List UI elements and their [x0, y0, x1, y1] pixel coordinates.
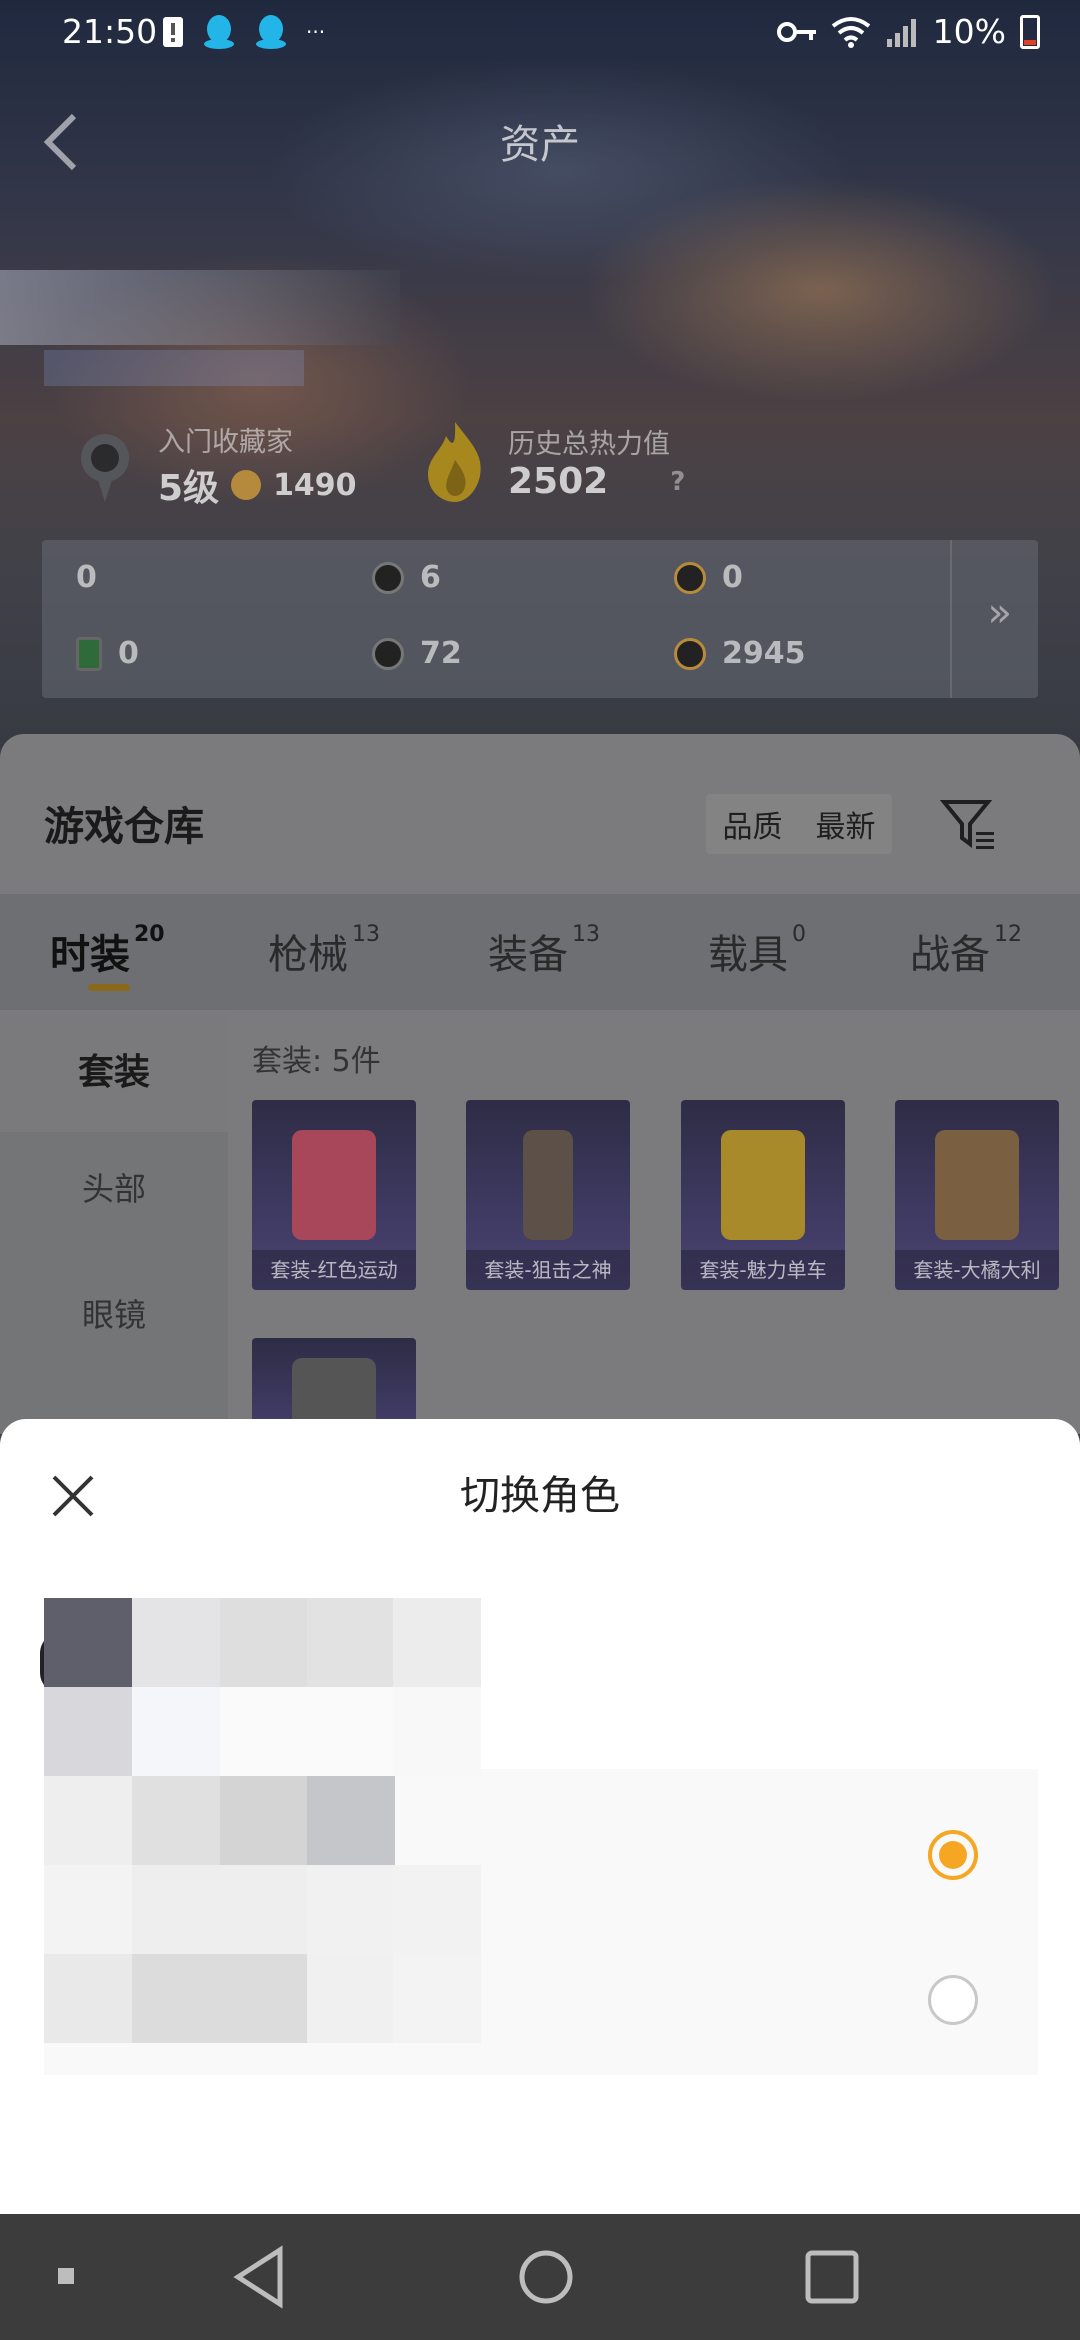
status-bar: 21:50 ··· 10%: [0, 0, 1080, 66]
silver-coin-icon: [372, 561, 404, 594]
expand-assets-icon[interactable]: »: [988, 590, 1012, 636]
tab-label: 战备: [910, 932, 990, 978]
nav-recents-icon[interactable]: [802, 2244, 862, 2310]
asset-item: 0: [76, 636, 139, 671]
tab-label: 载具: [708, 932, 788, 978]
item-image: [935, 1130, 1019, 1240]
item-image: [523, 1130, 573, 1240]
item-name: 套装-魅力单车: [681, 1250, 845, 1290]
tab-count: 20: [134, 922, 165, 947]
suit-count-label: 套装: 5件: [252, 1044, 381, 1079]
role-radio-selected[interactable]: [928, 1830, 978, 1880]
tab-fashion[interactable]: 时装 20: [50, 922, 165, 980]
collector-badge-icon: [81, 433, 129, 502]
qq-icon: [256, 15, 286, 49]
tab-count: 0: [792, 922, 806, 947]
category-tabs: 时装 20 枪械 13 装备 13 载具 0 战备 12: [0, 894, 1080, 1010]
item-name: 套装-红色运动: [252, 1250, 416, 1290]
asset-item: 2945: [674, 636, 806, 671]
warehouse-title: 游戏仓库: [44, 804, 204, 850]
tab-vehicles[interactable]: 载具 0: [708, 922, 806, 980]
item-card[interactable]: 套装-狙击之神: [466, 1100, 630, 1290]
divider: [950, 540, 952, 698]
status-time: 21:50: [62, 12, 158, 51]
nav-menu-icon[interactable]: [56, 2266, 76, 2286]
blurred-subtitle: [44, 350, 304, 386]
tab-battle-supplies[interactable]: 战备 12: [910, 922, 1022, 980]
asset-value: 0: [76, 560, 97, 595]
gold-coin-icon: [674, 637, 706, 670]
more-notifications: ···: [306, 20, 326, 44]
wifi-icon: [831, 16, 870, 48]
filter-icon[interactable]: [940, 796, 996, 852]
tab-count: 13: [352, 922, 380, 947]
asset-summary-panel[interactable]: 0 6 0 0 72 2945 »: [42, 540, 1038, 960]
alert-icon: [163, 17, 183, 47]
item-name: 套装-大橘大利: [895, 1250, 1059, 1290]
qq-icon: [204, 15, 234, 49]
dark-coin-icon: [372, 637, 404, 670]
battery-icon: [1020, 14, 1040, 49]
asset-hero-background: 21:50 ··· 10% 资产 入门收藏家 5级 1490 历史总热力值 25…: [0, 0, 1080, 960]
collector-points-icon: [231, 470, 262, 500]
item-image: [292, 1130, 376, 1240]
tab-count: 12: [994, 922, 1022, 947]
sort-toggle[interactable]: 品质 最新: [706, 794, 892, 854]
signal-icon: [886, 18, 916, 47]
asset-value: 72: [420, 636, 462, 671]
tab-label: 枪械: [268, 932, 348, 978]
sheet-title: 切换角色: [460, 1473, 620, 1519]
item-name: 套装-狙击之神: [466, 1250, 630, 1290]
item-image: [721, 1130, 805, 1240]
collector-stat: 入门收藏家 5级 1490: [70, 420, 357, 511]
asset-value: 2945: [722, 636, 806, 671]
nav-home-icon[interactable]: [516, 2244, 576, 2310]
tab-label: 时装: [50, 932, 130, 978]
item-card[interactable]: 套装-大橘大利: [895, 1100, 1059, 1290]
role-radio-unselected[interactable]: [928, 1975, 978, 2025]
collector-level: 5级: [158, 468, 220, 509]
tab-equipment[interactable]: 装备 13: [488, 922, 600, 980]
collector-points: 1490: [273, 467, 357, 503]
subcategory-sidebar: 套装 头部 眼镜: [0, 1014, 228, 1434]
heat-label: 历史总热力值: [508, 429, 670, 460]
side-item-glasses[interactable]: 眼镜: [0, 1290, 228, 1336]
battery-percent: 10%: [932, 12, 1006, 51]
switch-role-sheet: 切换角色 ): [0, 1419, 1080, 2214]
collector-label: 入门收藏家: [158, 427, 293, 458]
flame-icon: [428, 422, 481, 502]
asset-value: 0: [118, 636, 139, 671]
page-title: 资产: [500, 122, 580, 168]
green-card-icon: [76, 636, 102, 671]
tab-label: 装备: [488, 932, 568, 978]
system-navigation-bar: [0, 2214, 1080, 2340]
blurred-username: [0, 270, 400, 345]
asset-item: 0: [76, 560, 102, 960]
nav-back-icon[interactable]: [230, 2244, 290, 2310]
heat-help[interactable]: ?: [670, 467, 685, 497]
active-tab-indicator: [88, 984, 130, 991]
asset-item: 6: [372, 560, 441, 595]
asset-value: 6: [420, 560, 441, 595]
side-item-head[interactable]: 头部: [0, 1164, 228, 1210]
asset-item: 0: [674, 560, 743, 595]
sort-quality[interactable]: 品质: [723, 802, 783, 846]
tab-firearms[interactable]: 枪械 13: [268, 922, 380, 980]
heat-value: 2502: [508, 461, 609, 502]
game-warehouse-panel: 游戏仓库 品质 最新 时装 20 枪械 13 装备 13 载具 0 战备 12 套装 头部…: [0, 734, 1080, 1458]
key-icon: [776, 21, 816, 42]
asset-item: 72: [372, 636, 462, 671]
tab-count: 13: [572, 922, 600, 947]
heat-stat: 历史总热力值 2502 ?: [420, 420, 685, 504]
item-card[interactable]: 套装-红色运动: [252, 1100, 416, 1290]
notification-icons: ···: [162, 14, 325, 50]
asset-value: 0: [722, 560, 743, 595]
sort-newest[interactable]: 最新: [816, 802, 876, 846]
side-item-suits[interactable]: 套装: [0, 1014, 228, 1132]
status-right: 10%: [776, 12, 1040, 51]
item-card[interactable]: 套装-魅力单车: [681, 1100, 845, 1290]
gold-token-icon: [674, 561, 706, 594]
